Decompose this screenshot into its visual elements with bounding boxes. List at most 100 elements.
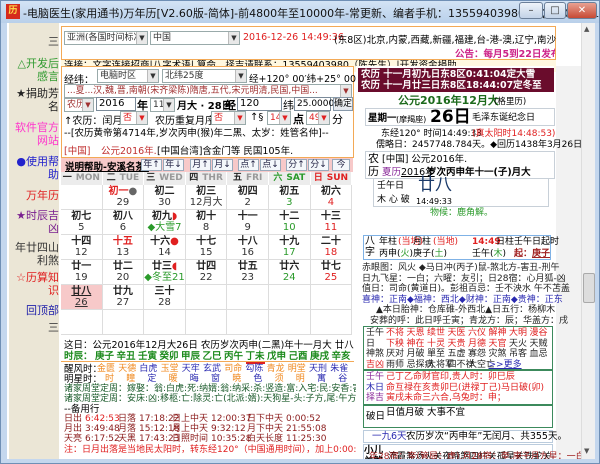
scroll-down-icon[interactable]: ▼ — [584, 447, 589, 455]
minimize-button[interactable]: – — [519, 2, 543, 19]
longitude-input[interactable]: 120 — [237, 97, 282, 111]
lunar-date: 十五 — [103, 236, 144, 247]
sidebar-item[interactable]: 三 — [11, 35, 59, 48]
scroll-up-icon[interactable]: ▲ — [584, 25, 589, 33]
xia-label[interactable]: 夏历 — [382, 167, 401, 178]
leap-select[interactable]: 否▼ — [120, 111, 148, 125]
calendar-day[interactable]: 廿三◖◆冬至21 — [144, 260, 186, 285]
calendar-day[interactable]: 初八6 — [103, 210, 145, 235]
toolbar-button[interactable]: 点↑ — [238, 159, 259, 171]
calendar-day[interactable]: 廿八26 — [61, 285, 103, 310]
calendar-day[interactable]: 十二10 — [269, 210, 311, 235]
calendar-day[interactable]: 十一9 — [227, 210, 269, 235]
sidebar-item[interactable]: ★捐助芳名 — [11, 87, 59, 113]
solar-date: 12 — [61, 247, 102, 258]
timezone-select[interactable]: 亚洲(各国时间标准)▼ — [64, 31, 148, 45]
calendar-day[interactable]: 十四12 — [61, 235, 103, 260]
calendar-day[interactable]: 初一●29 — [103, 185, 145, 210]
sidebar-item[interactable]: ☆历算知识 — [11, 271, 59, 297]
calendar-day[interactable]: 十九17 — [269, 235, 311, 260]
repeat-select[interactable]: 否▼ — [211, 111, 246, 125]
festival: 毛泽东诞纪念日 — [472, 113, 535, 124]
calendar-day[interactable]: 廿六24 — [269, 260, 311, 285]
sidebar-item[interactable]: 万年历 — [11, 189, 59, 202]
confirm-button[interactable]: 确定 — [333, 97, 353, 111]
sky-value: 10:35:28 — [211, 434, 251, 444]
notice[interactable]: 公告：每月5到22日发布新 — [455, 46, 555, 60]
calendar-day[interactable]: 初九◗◆大雪7 — [144, 210, 186, 235]
dynasty-select[interactable]: ...夏...汉,魏,晋,南朝(宋齐梁陈)隋唐,五代,宋元明清,民国,中国...… — [64, 84, 352, 98]
toolbar-button[interactable]: 分↑ — [286, 159, 307, 171]
sidebar-item[interactable]: 年廿四山利煞 — [11, 241, 59, 267]
more-link[interactable]: >>更多 — [489, 360, 522, 371]
moon-phase-icon: ◖ — [172, 261, 177, 272]
zone-select[interactable]: 电脑时区▼ — [97, 69, 159, 83]
calendar-day[interactable]: 廿四22 — [186, 260, 228, 285]
sidebar-item[interactable]: 回顶部 — [11, 304, 59, 317]
close-button[interactable]: ✕ — [567, 2, 597, 19]
help-link[interactable]: 说明帮助-安溪名茶- — [65, 159, 149, 173]
sidebar-item[interactable]: ●使用帮助 — [11, 155, 59, 181]
latitude-input[interactable]: 25.0000 — [294, 97, 331, 111]
toolbar-button[interactable]: 分↓ — [308, 159, 329, 171]
calendar-day[interactable]: 廿五23 — [227, 260, 269, 285]
hour-select[interactable]: 14▼ — [267, 111, 291, 125]
toolbar-button[interactable]: 年↑ — [141, 159, 162, 171]
client-area: 三 △开发后感言 ★捐助芳名软件官方网站 ●使用帮助万年历 ★时辰吉凶年廿四山利煞 ☆历算… — [7, 23, 595, 459]
calendar-type-select[interactable]: 农历▼ — [64, 98, 94, 112]
calendar-day[interactable]: 廿七25 — [311, 260, 353, 285]
scroll-thumb[interactable] — [583, 273, 595, 303]
calendar-day[interactable]: 初五3 — [269, 185, 311, 210]
calendar-day[interactable]: 初十8 — [186, 210, 228, 235]
sky-value: 6:17:52 — [85, 434, 120, 444]
calendar-empty-cell — [103, 310, 145, 335]
toolbar-button[interactable]: 月↓ — [212, 159, 233, 171]
sidebar-item[interactable]: ★时辰吉凶 — [11, 209, 59, 235]
calendar-day[interactable]: 十七15 — [186, 235, 228, 260]
calendar-day[interactable]: 初四2 — [227, 185, 269, 210]
toolbar-button[interactable]: 今 — [332, 159, 350, 171]
calendar-day[interactable]: 廿一19 — [61, 260, 103, 285]
lunar-date: 初十 — [186, 211, 227, 222]
month-text: 月大 · 28日 — [177, 97, 232, 112]
year-input[interactable]: 2016 — [96, 97, 136, 111]
toolbar-button[interactable]: 月↑ — [190, 159, 211, 171]
calendar-day[interactable]: 十五13 — [103, 235, 145, 260]
solar-date: 5 — [61, 222, 102, 233]
calendar-day[interactable]: 十三11 — [311, 210, 353, 235]
bazi-month-gz: 庚子 — [413, 249, 431, 259]
calendar-day[interactable]: 初三12月大 — [186, 185, 228, 210]
minute-select[interactable]: 49▼ — [306, 111, 330, 125]
sidebar-item[interactable]: △开发后感言 — [11, 57, 59, 83]
calendar-day[interactable]: 初六4 — [311, 185, 353, 210]
lunar-date: 廿八 — [61, 286, 102, 297]
month-select[interactable]: 11▼ — [150, 98, 175, 112]
solar-date: 26 — [61, 297, 102, 308]
weekday-cn: 五 — [233, 173, 242, 183]
toolbar-button[interactable]: 点↓ — [260, 159, 281, 171]
maximize-button[interactable]: □ — [544, 2, 566, 19]
calendar-empty-cell — [269, 285, 311, 310]
calendar-day[interactable]: 十八16 — [227, 235, 269, 260]
toolbar-button[interactable]: 年↓ — [163, 159, 184, 171]
vertical-scrollbar[interactable]: ▲ ▼ — [581, 23, 595, 459]
calendar-day[interactable]: 三十28 — [144, 285, 186, 310]
country-select[interactable]: 中国▼ — [150, 31, 240, 45]
solar-date: 8 — [186, 222, 227, 233]
detail-line: 值日：司命(黄道日)。彭祖百忌：壬不泱水 午不苫盖 — [362, 284, 570, 295]
calendar-day[interactable]: 初二30 — [144, 185, 186, 210]
calendar-day[interactable]: 十六●14 — [144, 235, 186, 260]
sidebar-item[interactable]: 三 — [11, 321, 59, 334]
solar-date: 27 — [103, 297, 144, 308]
qi-value[interactable]: 庚子 — [532, 249, 550, 259]
calendar-day[interactable]: 初七5 — [61, 210, 103, 235]
sun-label: 日出 — [64, 414, 82, 424]
sidebar-item[interactable]: 软件官方网站 — [11, 121, 59, 147]
calendar-day[interactable]: 廿九27 — [103, 285, 145, 310]
latitude-select[interactable]: 北纬25度▼ — [162, 69, 247, 83]
calendar-day[interactable]: 廿二20 — [103, 260, 145, 285]
calendar-day[interactable]: 二十18 — [311, 235, 353, 260]
app-icon: 历 — [6, 4, 20, 19]
shichen-item: 辛丑 — [117, 348, 136, 362]
lunar-date: 廿六 — [269, 261, 310, 272]
